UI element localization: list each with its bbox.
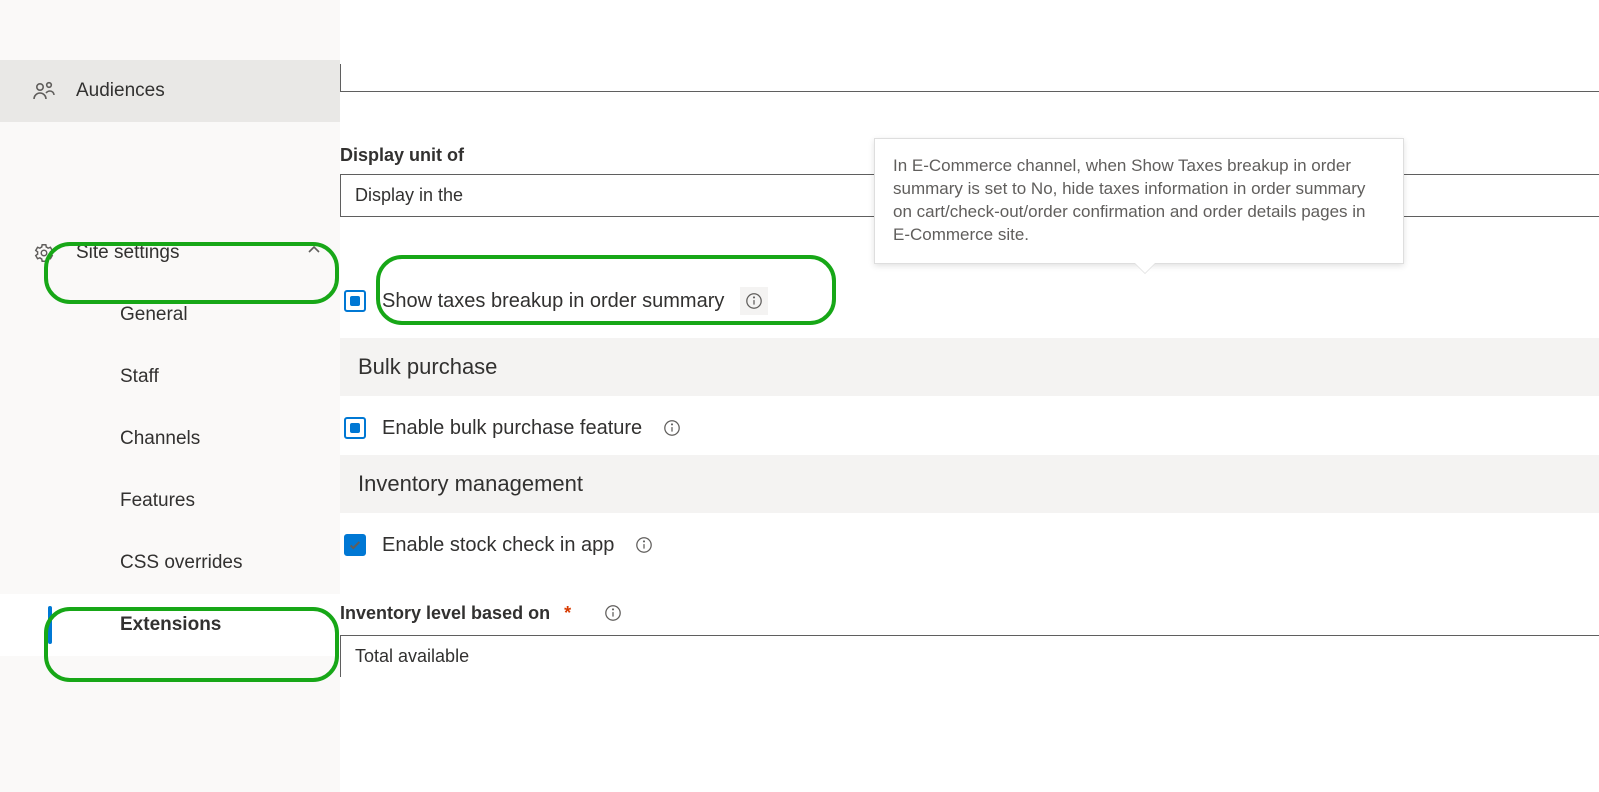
sidebar-item-staff[interactable]: Staff: [0, 346, 340, 408]
show-taxes-checkbox[interactable]: [344, 290, 366, 312]
tooltip: In E-Commerce channel, when Show Taxes b…: [874, 138, 1404, 264]
sidebar-item-audiences[interactable]: Audiences: [0, 60, 340, 122]
sidebar-item-label: Site settings: [64, 242, 306, 264]
stock-check-label: Enable stock check in app: [382, 534, 614, 557]
sidebar-item-label: Audiences: [64, 80, 322, 102]
info-icon[interactable]: [658, 414, 686, 442]
sidebar-item-css-overrides[interactable]: CSS overrides: [0, 532, 340, 594]
chevron-up-icon: [306, 242, 322, 264]
info-icon[interactable]: [740, 287, 768, 315]
audiences-icon: [24, 79, 64, 103]
sidebar-item-site-settings[interactable]: Site settings: [0, 222, 340, 284]
bulk-purchase-header: Bulk purchase: [340, 338, 1599, 396]
gear-icon: [24, 242, 64, 264]
sidebar-item-features[interactable]: Features: [0, 470, 340, 532]
sidebar-item-label: Features: [120, 490, 195, 512]
sidebar-item-extensions[interactable]: Extensions: [0, 594, 340, 656]
sidebar-item-channels[interactable]: Channels: [0, 408, 340, 470]
required-star: *: [564, 603, 571, 624]
inventory-section: Inventory management Enable stock check …: [340, 455, 1599, 677]
sidebar-item-general[interactable]: General: [0, 284, 340, 346]
inventory-level-select[interactable]: Total available: [340, 635, 1599, 677]
bulk-purchase-section: Bulk purchase Enable bulk purchase featu…: [340, 338, 1599, 460]
show-taxes-row: Show taxes breakup in order summary: [340, 269, 768, 333]
info-icon[interactable]: [630, 531, 658, 559]
show-taxes-label: Show taxes breakup in order summary: [382, 290, 724, 313]
info-icon[interactable]: [599, 599, 627, 627]
main-content: Display unit of Display in the Show taxe…: [340, 0, 1599, 792]
sidebar-item-label: CSS overrides: [120, 552, 243, 574]
stock-check-checkbox[interactable]: [344, 534, 366, 556]
inventory-header: Inventory management: [340, 455, 1599, 513]
bulk-purchase-checkbox[interactable]: [344, 417, 366, 439]
sidebar-item-label: Staff: [120, 366, 159, 388]
previous-input-partial[interactable]: [340, 64, 1599, 92]
sidebar-item-label: Channels: [120, 428, 200, 450]
sidebar-item-label: General: [120, 304, 188, 326]
sidebar: Audiences Site settings General Staff Ch…: [0, 0, 340, 792]
bulk-purchase-label: Enable bulk purchase feature: [382, 417, 642, 440]
sidebar-item-label: Extensions: [120, 614, 221, 636]
inventory-level-label: Inventory level based on *: [340, 599, 1599, 627]
